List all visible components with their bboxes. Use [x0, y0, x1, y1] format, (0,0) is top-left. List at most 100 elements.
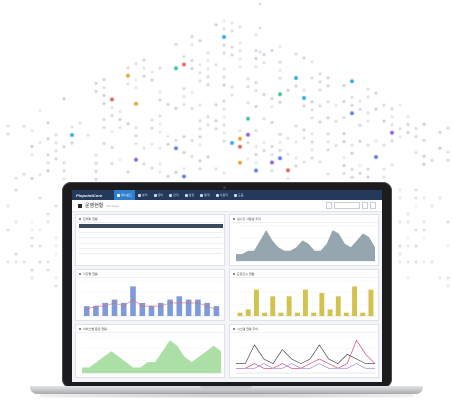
bar [286, 296, 292, 316]
bar [204, 302, 210, 316]
panel-title: 서비스별 응답 현황 [83, 326, 107, 331]
bar [303, 289, 308, 316]
nav-icon [153, 193, 157, 197]
bar-line-chart [82, 280, 222, 317]
line-chart-system [236, 335, 376, 374]
table-cell [159, 248, 175, 254]
area-series [236, 230, 375, 261]
refresh-button[interactable] [370, 202, 376, 209]
panel-icon [233, 217, 235, 220]
bar [245, 309, 251, 316]
bar [102, 302, 108, 316]
line-point [123, 305, 125, 307]
panel-title: 시스템 현황 추이 [237, 326, 258, 331]
bar [270, 296, 276, 316]
panel-icon [79, 272, 81, 275]
line-point [150, 305, 153, 307]
main-nav: 대시보드 분석 장비 관리 설정 통계 사용자 도움 [114, 190, 247, 200]
nav-icon [215, 193, 219, 197]
nav-label: 통계 [204, 193, 210, 197]
bar [195, 299, 201, 316]
date-range-input[interactable] [334, 202, 360, 209]
nav-label: 설정 [188, 193, 195, 197]
line-point [113, 302, 116, 304]
panel-title: 트래픽 현황 [83, 216, 98, 221]
bar [111, 299, 118, 316]
bar [278, 312, 284, 316]
line-series [236, 339, 376, 369]
page-title: 운영현황 [85, 203, 104, 209]
line-point [85, 308, 88, 311]
table-cell [79, 248, 95, 254]
bar [148, 306, 155, 316]
bar [254, 289, 259, 316]
nav-icon [200, 193, 204, 197]
line-point [215, 308, 218, 311]
bar [185, 299, 192, 316]
bar [368, 289, 374, 316]
panel-icon [79, 217, 81, 220]
area-series [82, 340, 221, 373]
search-button[interactable] [362, 202, 368, 209]
nav-icon [138, 193, 142, 197]
nav-label: 장비 [157, 193, 164, 197]
dashboard-icon [78, 203, 82, 208]
bar [237, 312, 243, 316]
bar [176, 296, 183, 316]
traffic-table [79, 224, 223, 254]
nav-item[interactable]: 관리 [166, 190, 182, 200]
table-row[interactable] [79, 248, 223, 254]
panel-traffic-table: 트래픽 현황 [75, 214, 225, 266]
bar [167, 299, 173, 316]
nav-item[interactable]: 설정 [182, 190, 198, 200]
bar [158, 302, 164, 316]
bar [335, 296, 341, 316]
page-controls [326, 202, 376, 209]
laptop-base-notch [200, 386, 252, 389]
bar [352, 286, 357, 316]
brand-logo[interactable]: PinpointCore [76, 193, 114, 198]
panel-title: 기간별 현황 [83, 271, 98, 276]
line-point [160, 305, 162, 307]
bar [343, 312, 349, 316]
panel-service-area: 서비스별 응답 현황 [75, 324, 225, 378]
line-point [206, 305, 208, 307]
line-point [187, 302, 190, 304]
bar [294, 312, 300, 316]
nav-icon [184, 193, 188, 197]
nav-item[interactable]: 장비 [151, 190, 167, 200]
nav-item[interactable]: 대시보드 [114, 190, 136, 200]
nav-item[interactable]: 분석 [135, 190, 151, 200]
table-cell [175, 248, 191, 254]
nav-item[interactable]: 통계 [197, 190, 213, 200]
bar [311, 312, 317, 316]
panel-title: 요청건수 현황 [237, 271, 255, 276]
bar [360, 312, 366, 316]
table-cell [207, 248, 223, 254]
line-point [197, 302, 199, 304]
nav-label: 사용자 [219, 193, 228, 197]
period-select[interactable] [326, 202, 332, 209]
table-cell [95, 248, 111, 254]
bar [262, 312, 268, 316]
nav-item[interactable]: 도움 [231, 190, 247, 200]
bar [213, 306, 220, 316]
page-subtitle: Summary [106, 203, 120, 208]
area-chart-usage [236, 225, 376, 262]
line-point [132, 298, 134, 301]
area-chart-service [82, 335, 222, 374]
laptop-screen: PinpointCore 대시보드 분석 장비 관리 설정 통계 사용자 도움 운영현황 Su… [72, 190, 382, 382]
table-cell [143, 248, 159, 254]
nav-label: 관리 [173, 193, 179, 197]
nav-item[interactable]: 사용자 [213, 190, 231, 200]
page-titlebar: 운영현황 Summary [72, 200, 382, 212]
panel-request-bars: 요청건수 현황 [229, 269, 379, 321]
line-point [104, 305, 106, 307]
nav-label: 분석 [142, 193, 148, 197]
line-point [178, 302, 180, 304]
bar [319, 293, 325, 316]
nav-label: 도움 [237, 193, 244, 197]
nav-icon [117, 193, 120, 197]
bar [93, 306, 99, 316]
app-topbar: PinpointCore 대시보드 분석 장비 관리 설정 통계 사용자 도움 [72, 190, 382, 200]
